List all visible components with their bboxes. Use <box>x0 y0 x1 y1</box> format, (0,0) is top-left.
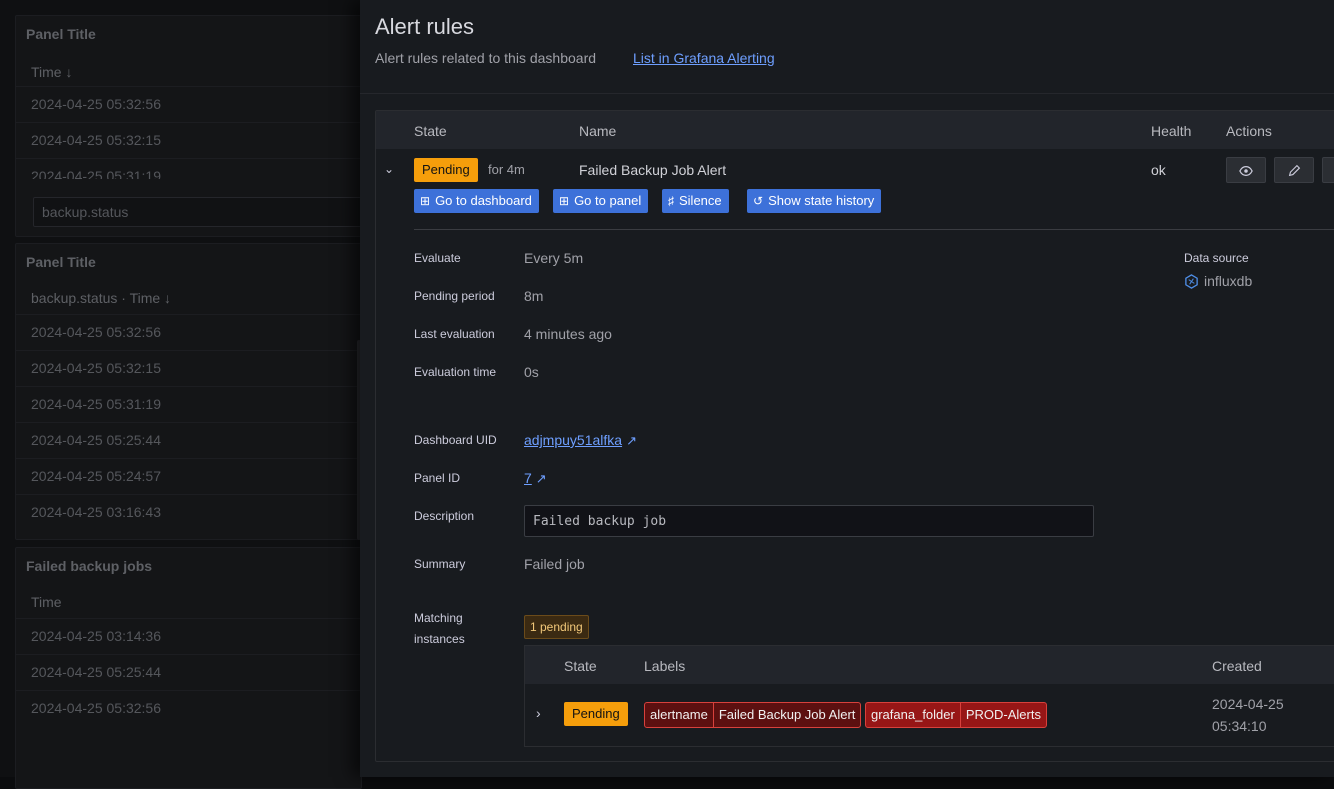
table-row: 2024-04-25 05:25:44 <box>16 422 361 458</box>
header-state: State <box>414 123 447 139</box>
description-label: Description <box>414 509 475 523</box>
show-state-history-button[interactable]: ↺ Show state history <box>747 189 882 213</box>
header-created: Created <box>1212 658 1262 674</box>
panel-title: Panel Title <box>26 254 96 270</box>
rule-name: Failed Backup Job Alert <box>579 162 727 178</box>
external-link-icon[interactable]: ↗ <box>626 433 637 448</box>
apps-icon: ⊞ <box>559 194 570 208</box>
data-source-label: Data source <box>1184 251 1249 265</box>
apps-icon: ⊞ <box>420 194 431 208</box>
details-divider <box>414 229 1334 230</box>
panel-id-value: 7 ↗ <box>524 470 547 487</box>
go-to-dashboard-button[interactable]: ⊞ Go to dashboard <box>414 189 539 213</box>
influxdb-icon <box>1185 273 1198 289</box>
view-button[interactable] <box>1226 157 1266 183</box>
instances-header: State Labels Created <box>525 646 1334 684</box>
drawer-title: Alert rules <box>375 14 475 39</box>
dashboard-uid-label: Dashboard UID <box>414 433 497 447</box>
collapse-chevron-icon[interactable]: ⌄ <box>384 162 394 176</box>
pending-period-value: 8m <box>524 288 544 304</box>
last-evaluation-label: Last evaluation <box>414 327 495 341</box>
list-in-alerting-link[interactable]: List in Grafana Alerting <box>633 50 775 66</box>
panel-id-label: Panel ID <box>414 471 461 485</box>
pending-count-badge: 1 pending <box>524 615 589 639</box>
panel-title: Failed backup jobs <box>26 558 153 574</box>
history-icon: ↺ <box>753 194 764 208</box>
alert-rules-drawer: Alert rules Alert rules related to this … <box>360 0 1334 777</box>
table-row: 2024-04-25 05:25:44 <box>16 654 361 690</box>
table-header: State Name Health Actions <box>376 111 1334 149</box>
edit-button[interactable] <box>1274 157 1314 183</box>
header-labels: Labels <box>644 658 686 674</box>
header-state: State <box>564 658 597 674</box>
table-row: 2024-04-25 05:24:57 <box>16 458 361 494</box>
bell-slash-icon: ♯ <box>668 194 674 208</box>
table-row: 2024-04-25 05:32:56 <box>16 690 361 726</box>
go-to-panel-button[interactable]: ⊞ Go to panel <box>553 189 649 213</box>
matching-instances-label: Matching <box>414 611 463 625</box>
instances-table: State Labels Created › Pending alertname… <box>524 645 1334 747</box>
drawer-subtitle: Alert rules related to this dashboard <box>375 50 597 66</box>
rule-health: ok <box>1151 162 1166 178</box>
table-row: 2024-04-25 05:32:15 <box>16 122 361 158</box>
alert-rules-table: State Name Health Actions ⌄ Pending for … <box>375 110 1334 762</box>
panel-1: Panel Title Time ↓ 2024-04-25 05:32:56 2… <box>15 15 365 237</box>
evaluate-value: Every 5m <box>524 250 584 266</box>
filter-input: backup.status <box>33 197 365 227</box>
evaluation-time-value: 0s <box>524 364 539 380</box>
label-alertname: alertname Failed Backup Job Alert <box>644 702 862 728</box>
data-source-value: influxdb <box>1184 273 1252 289</box>
silence-button[interactable]: ♯ Silence <box>662 189 729 213</box>
panel-id-link[interactable]: 7 <box>524 470 532 486</box>
table-row: 2024-04-25 03:16:43 <box>16 494 361 530</box>
summary-value: Failed job <box>524 556 585 572</box>
pencil-icon <box>1288 165 1300 177</box>
last-evaluation-value: 4 minutes ago <box>524 326 612 342</box>
dashboard-background: Panel Title Time ↓ 2024-04-25 05:32:56 2… <box>0 0 365 789</box>
created-date: 2024-04-25 <box>1212 696 1284 712</box>
table-row: 2024-04-25 05:32:56 <box>16 314 361 350</box>
matching-instances-label-2: instances <box>414 632 465 646</box>
more-button[interactable] <box>1322 157 1334 183</box>
instance-state-badge: Pending <box>564 702 628 726</box>
pending-period-label: Pending period <box>414 289 495 303</box>
table-row: 2024-04-25 05:32:56 <box>16 86 361 122</box>
column-header: Time ↓ <box>31 64 73 80</box>
table-row: 2024-04-25 05:31:19 <box>16 158 361 179</box>
table-row: 2024-04-25 03:14:36 <box>16 618 361 654</box>
header-name: Name <box>579 123 617 139</box>
header-actions: Actions <box>1226 123 1272 139</box>
panel-title: Panel Title <box>26 26 96 42</box>
expand-chevron-icon[interactable]: › <box>536 705 541 721</box>
table-row: 2024-04-25 05:32:15 <box>16 350 361 386</box>
summary-label: Summary <box>414 557 466 571</box>
state-badge: Pending <box>414 158 478 182</box>
panel-3: Failed backup jobs Time 2024-04-25 03:14… <box>15 547 362 789</box>
dashboard-uid-value: adjmpuy51alfka ↗ <box>524 432 637 449</box>
created-time: 05:34:10 <box>1212 718 1267 734</box>
panel-2: Panel Title backup.status · Time ↓ 2024-… <box>15 243 362 540</box>
eye-icon <box>1239 165 1253 176</box>
external-link-icon[interactable]: ↗ <box>536 471 547 486</box>
label-grafana-folder: grafana_folder PROD-Alerts <box>865 702 1047 728</box>
column-header: Time <box>31 594 62 610</box>
description-field: Failed backup job <box>524 505 1094 537</box>
evaluation-time-label: Evaluation time <box>414 365 497 379</box>
divider <box>360 93 1334 94</box>
table-row: 2024-04-25 05:31:19 <box>16 386 361 422</box>
state-duration: for 4m <box>488 162 525 177</box>
header-health: Health <box>1151 123 1192 139</box>
dashboard-uid-link[interactable]: adjmpuy51alfka <box>524 432 622 448</box>
column-header: backup.status · Time ↓ <box>31 290 172 306</box>
evaluate-label: Evaluate <box>414 251 461 265</box>
